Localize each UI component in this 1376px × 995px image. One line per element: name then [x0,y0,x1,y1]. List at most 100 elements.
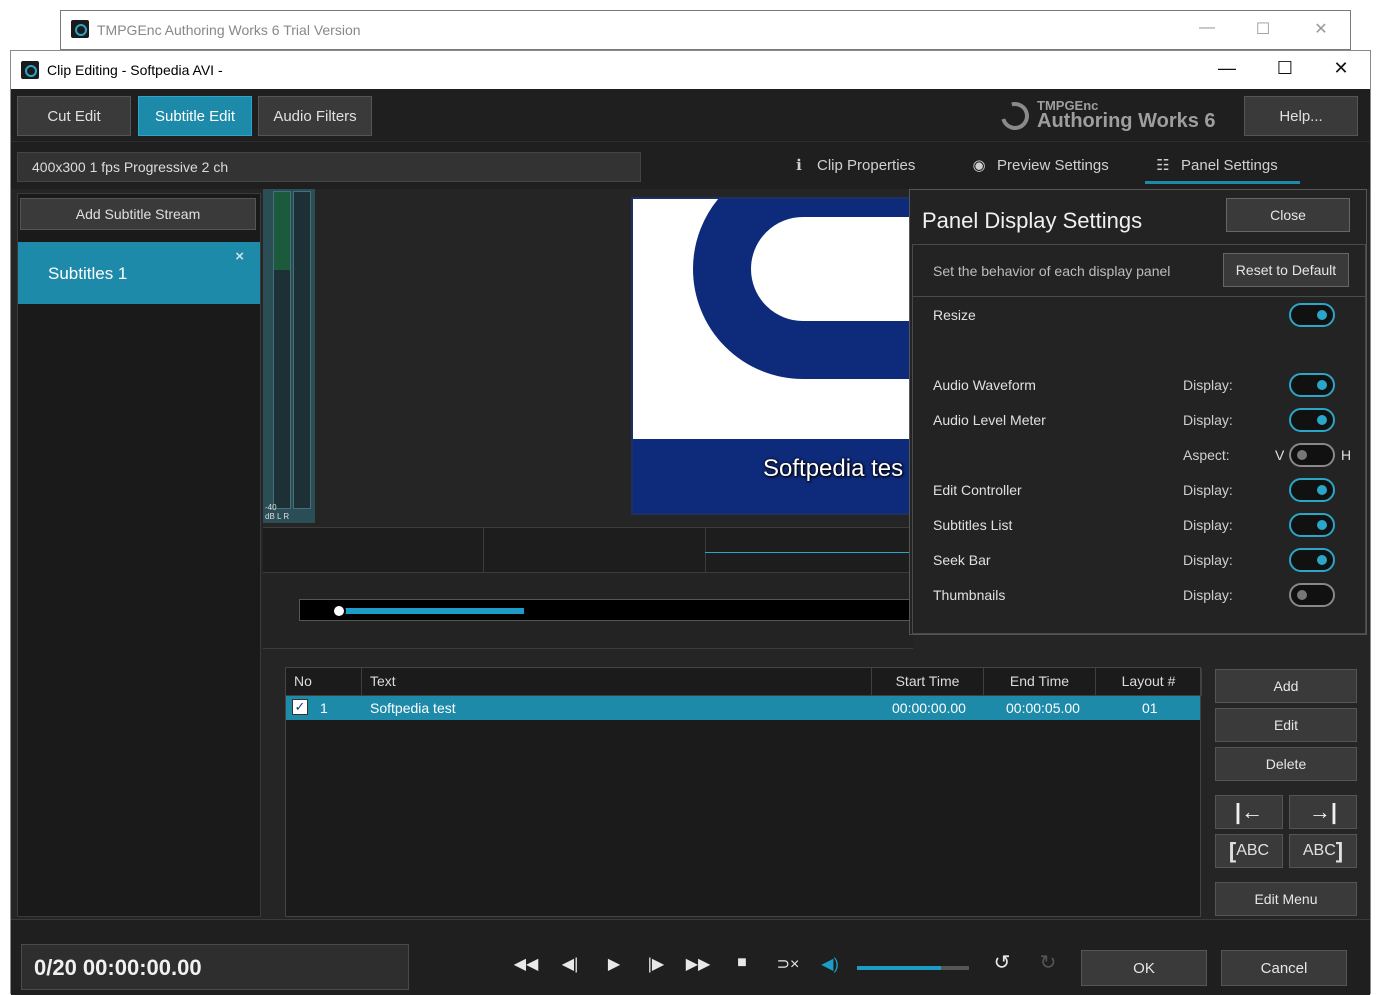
settings-description: Set the behavior of each display panel [933,263,1171,279]
app-icon [21,61,39,79]
panel-display-settings-dialog: Panel Display Settings Close Set the beh… [909,189,1367,635]
close-button[interactable]: Close [1226,198,1350,232]
minimize-button[interactable]: — [1197,19,1217,37]
maximize-button[interactable]: ☐ [1253,19,1273,39]
setting-toggle[interactable] [1289,303,1335,327]
minimize-button[interactable]: — [1215,58,1239,79]
cancel-button[interactable]: Cancel [1221,950,1347,986]
volume-slider[interactable] [857,966,969,970]
setting-label: Subtitles List [933,517,1013,533]
tab-preview-settings[interactable]: ◉ Preview Settings [969,156,1109,175]
table-row[interactable]: ✓ 1 Softpedia test 00:00:00.00 00:00:05.… [286,696,1200,720]
background-window: TMPGEnc Authoring Works 6 Trial Version … [60,10,1351,50]
table-header: No Text Start Time End Time Layout # [286,668,1202,696]
cell-text: Softpedia test [370,700,456,716]
setting-sublabel: Display: [1183,517,1233,533]
subtitles-list: No Text Start Time End Time Layout # ✓ 1… [285,667,1202,917]
tab-clip-properties[interactable]: ℹ Clip Properties [789,156,916,175]
loop-off-icon[interactable]: ⊃× [771,954,805,974]
add-subtitle-stream-button[interactable]: Add Subtitle Stream [20,198,256,230]
timeline-track[interactable] [263,527,913,574]
column-header-no[interactable]: No [286,668,362,696]
column-header-end-time[interactable]: End Time [984,668,1096,696]
column-header-text[interactable]: Text [362,668,872,696]
add-button[interactable]: Add [1215,669,1357,703]
move-to-end-button[interactable]: →| [1289,795,1357,829]
help-button[interactable]: Help... [1244,96,1358,136]
clip-editing-window: Clip Editing - Softpedia AVI - — ☐ ✕ Cut… [10,50,1371,995]
abc-label: ABC [1236,842,1270,859]
setting-toggle[interactable] [1289,408,1335,432]
setting-label: Resize [933,307,976,323]
tab-panel-settings[interactable]: ☷ Panel Settings [1145,156,1300,184]
rewind-icon[interactable]: ◀◀ [513,954,539,974]
setting-toggle[interactable] [1289,583,1335,607]
eye-gear-icon: ◉ [972,157,986,174]
panel-settings-icon: ☷ [1156,157,1170,174]
mode-toolbar: Cut Edit Subtitle Edit Audio Filters TMP… [11,89,1370,141]
transport-bar: 0/20 00:00:00.00 ◀◀ ◀| ▶ |▶ ▶▶ ■ ⊃× ◀) ↺… [11,919,1370,995]
delete-button[interactable]: Delete [1215,747,1357,781]
setting-toggle[interactable] [1289,478,1335,502]
aspect-v-label: V [1275,447,1285,463]
step-forward-icon[interactable]: |▶ [643,954,669,974]
seek-handle[interactable] [332,604,346,618]
setting-label: Audio Level Meter [933,412,1046,428]
row-checkbox[interactable]: ✓ [292,699,308,715]
setting-sublabel: Display: [1183,377,1233,393]
cut-edit-button[interactable]: Cut Edit [17,96,131,136]
setting-toggle[interactable] [1289,548,1335,572]
close-button[interactable]: ✕ [1311,19,1331,39]
audio-filters-button[interactable]: Audio Filters [258,96,372,136]
meter-bar-left [273,191,291,509]
close-button[interactable]: ✕ [1329,58,1353,79]
ok-button[interactable]: OK [1081,950,1207,986]
window-title: Clip Editing - Softpedia AVI - [47,62,223,78]
seek-progress [340,608,524,614]
setting-sublabel: Display: [1183,412,1233,428]
undo-icon[interactable]: ↺ [989,950,1015,975]
setting-label: Edit Controller [933,482,1022,498]
aspect-h-label: H [1341,447,1352,463]
brand-line2: Authoring Works 6 [1037,110,1216,132]
column-header-start-time[interactable]: Start Time [872,668,984,696]
move-to-start-button[interactable]: |← [1215,795,1283,829]
stream-item-subtitles-1[interactable]: Subtitles 1 × [18,242,260,304]
column-header-layout[interactable]: Layout # [1096,668,1202,696]
video-frame-shape [693,199,909,379]
setting-label: Seek Bar [933,552,991,568]
stop-icon[interactable]: ■ [729,954,755,972]
play-icon[interactable]: ▶ [601,954,627,974]
setting-label: Audio Waveform [933,377,1036,393]
arrow-right-to-bar-icon: →| [1308,799,1338,824]
setting-toggle[interactable] [1289,373,1335,397]
bracket-left-icon: [ [1228,838,1237,863]
close-icon[interactable]: × [235,248,244,265]
description-row: Set the behavior of each display panel R… [913,245,1365,297]
fast-forward-icon[interactable]: ▶▶ [685,954,711,974]
window-titlebar: Clip Editing - Softpedia AVI - — ☐ ✕ [11,51,1370,89]
edit-menu-button[interactable]: Edit Menu [1215,882,1357,916]
setting-toggle[interactable] [1289,443,1335,467]
cell-start-time: 00:00:00.00 [892,700,966,716]
align-left-abc-button[interactable]: [ ABC [1215,834,1283,868]
edit-button[interactable]: Edit [1215,708,1357,742]
background-window-title: TMPGEnc Authoring Works 6 Trial Version [97,22,361,38]
tab-label: Preview Settings [997,156,1109,174]
reset-to-default-button[interactable]: Reset to Default [1223,253,1349,287]
redo-icon: ↻ [1039,952,1057,974]
cell-layout: 01 [1142,700,1158,716]
settings-body: Set the behavior of each display panel R… [912,244,1366,634]
bracket-right-icon: ] [1335,838,1344,863]
speaker-icon[interactable]: ◀) [817,954,843,974]
clip-info-field: 400x300 1 fps Progressive 2 ch [17,152,641,182]
align-right-abc-button[interactable]: ABC ] [1289,834,1357,868]
subtitle-edit-button[interactable]: Subtitle Edit [138,96,252,136]
seek-bar[interactable] [299,599,913,621]
tab-label: Clip Properties [817,156,916,174]
maximize-button[interactable]: ☐ [1273,58,1297,79]
setting-toggle[interactable] [1289,513,1335,537]
stream-label: Subtitles 1 [48,264,128,283]
subtitle-stream-panel: Add Subtitle Stream Subtitles 1 × [17,193,261,917]
step-back-icon[interactable]: ◀| [557,954,583,974]
